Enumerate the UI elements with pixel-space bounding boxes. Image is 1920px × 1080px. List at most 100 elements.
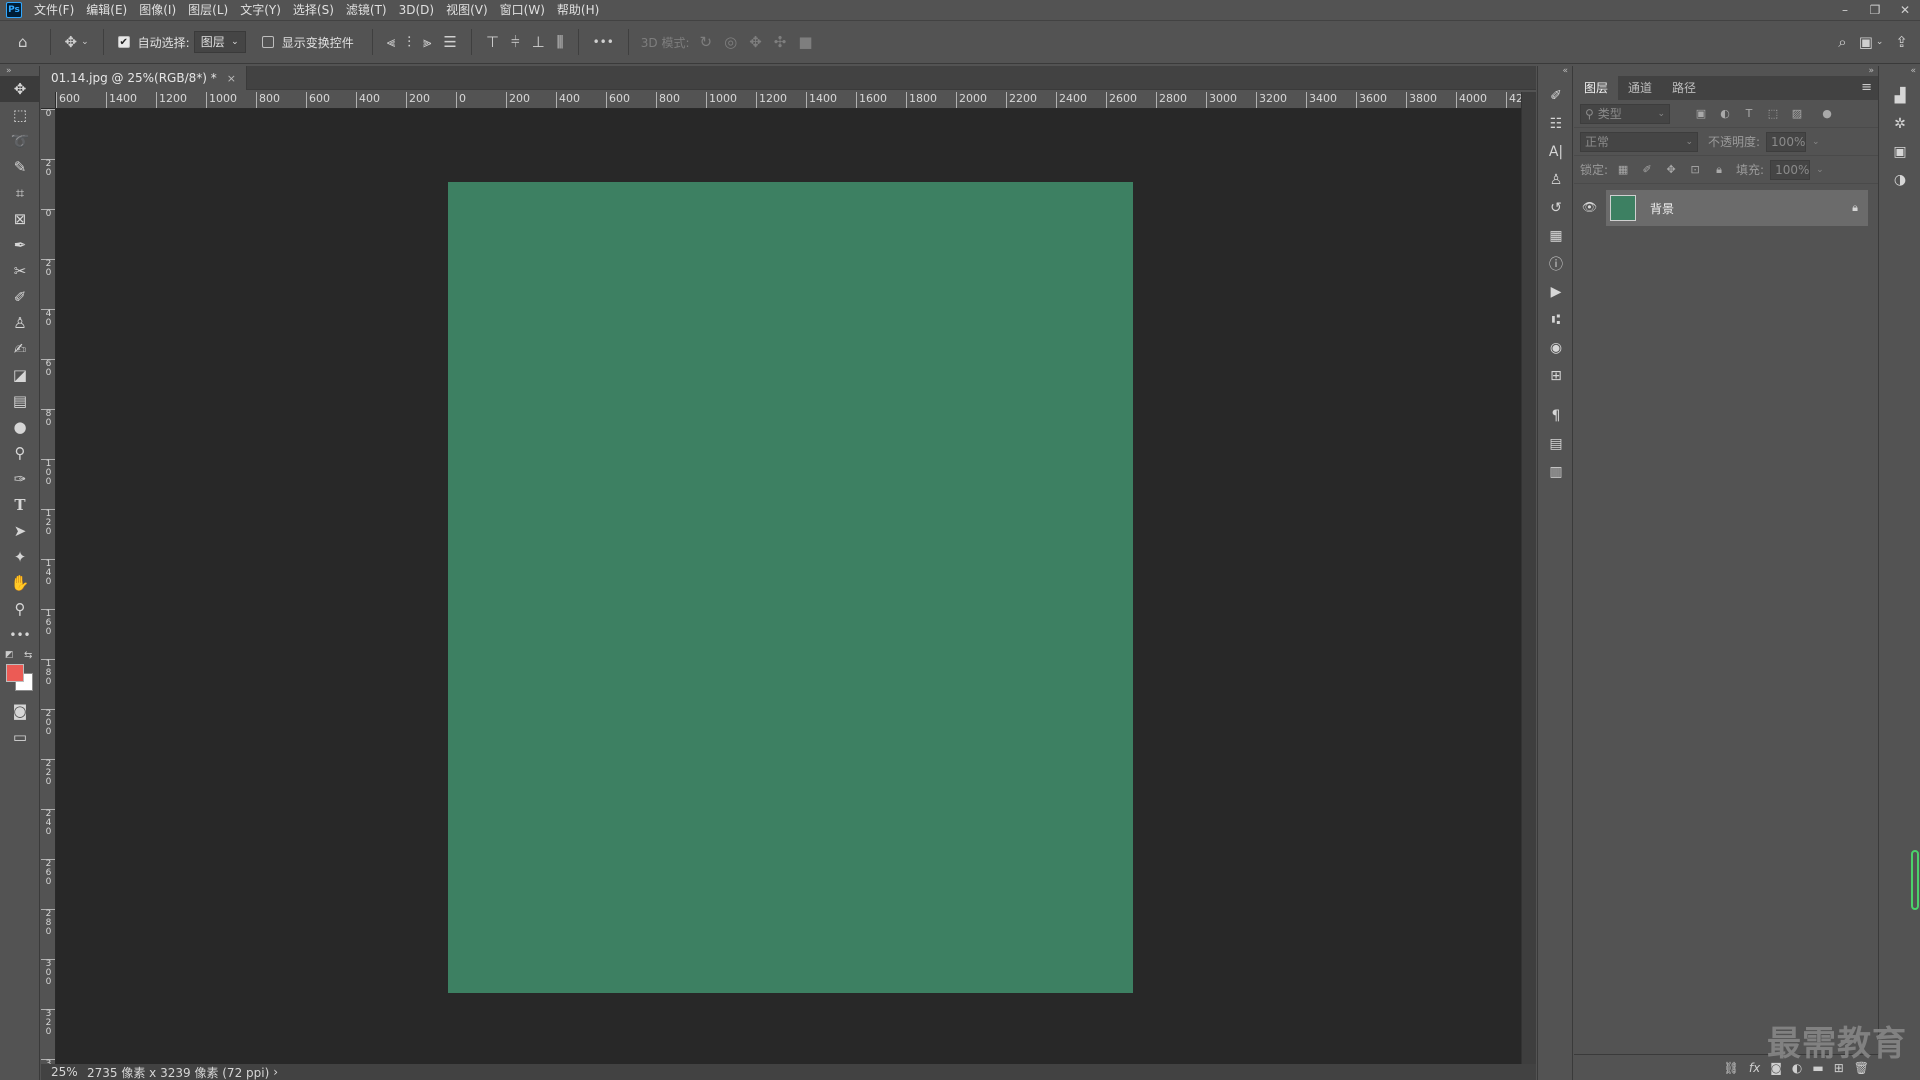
hand-tool-icon[interactable]: ✋ — [0, 570, 40, 596]
document-canvas[interactable] — [448, 182, 1133, 993]
path-selection-tool-icon[interactable]: ➤ — [0, 518, 40, 544]
lasso-tool-icon[interactable]: ➰ — [0, 128, 40, 154]
auto-select-checkbox[interactable]: ✔ — [117, 36, 130, 48]
menu-file[interactable]: 文件(F) — [28, 0, 80, 20]
libraries-icon[interactable]: ▦ — [1538, 222, 1574, 250]
zoom-tool-icon[interactable]: ⚲ — [0, 596, 40, 622]
pen-tool-icon[interactable]: ✑ — [0, 466, 40, 492]
move-tool-preset-icon[interactable]: ✥ ⌄ — [59, 33, 95, 51]
chevron-down-icon[interactable]: ⌄ — [1812, 137, 1820, 147]
eyedropper-tool-icon[interactable]: ✒ — [0, 232, 40, 258]
menu-window[interactable]: 窗口(W) — [494, 0, 551, 20]
healing-brush-tool-icon[interactable]: ✂ — [0, 258, 40, 284]
eraser-tool-icon[interactable]: ◪ — [0, 362, 40, 388]
quick-mask-icon[interactable]: ◙ — [0, 698, 40, 724]
edit-toolbar-icon[interactable]: ••• — [0, 622, 40, 648]
lock-transparent-pixels-icon[interactable]: ▦ — [1614, 163, 1632, 176]
collapse-right-dock-icon[interactable]: « — [1880, 66, 1920, 82]
distribute-horizontal-icon[interactable]: ⫼ — [551, 33, 570, 51]
properties-icon[interactable]: ▣ — [1880, 138, 1920, 166]
3d-pan-icon[interactable]: ✥ — [743, 33, 768, 51]
lock-position-icon[interactable]: ✥ — [1662, 163, 1680, 176]
layer-style-fx-icon[interactable]: fx — [1749, 1061, 1760, 1075]
brushes-icon[interactable]: ⑆ — [1538, 306, 1574, 334]
dodge-tool-icon[interactable]: ⚲ — [0, 440, 40, 466]
clone-source-icon[interactable]: ♙ — [1538, 166, 1574, 194]
marquee-tool-icon[interactable]: ⬚ — [0, 102, 40, 128]
menu-layer[interactable]: 图层(L) — [182, 0, 234, 20]
zoom-level[interactable]: 25% — [41, 1065, 79, 1079]
show-transform-checkbox[interactable] — [261, 36, 274, 48]
align-top-icon[interactable]: ⊤ — [480, 33, 505, 51]
filter-pixel-icon[interactable]: ▣ — [1692, 107, 1710, 120]
chevron-down-icon[interactable]: ⌄ — [1816, 165, 1824, 175]
filter-shape-icon[interactable]: ⬚ — [1764, 107, 1782, 120]
minimize-button[interactable]: – — [1830, 0, 1860, 20]
filter-smart-object-icon[interactable]: ▨ — [1788, 107, 1806, 120]
layer-thumbnail[interactable] — [1610, 195, 1636, 221]
quick-select-tool-icon[interactable]: ✎ — [0, 154, 40, 180]
opacity-input[interactable]: 100% — [1766, 131, 1807, 152]
layer-name[interactable]: 背景 — [1650, 200, 1674, 217]
filter-type-icon[interactable]: T — [1740, 107, 1758, 120]
3d-roll-icon[interactable]: ◎ — [718, 33, 743, 51]
filter-adjustment-icon[interactable]: ◐ — [1716, 107, 1734, 120]
lock-artboard-icon[interactable]: ⊡ — [1686, 163, 1704, 176]
share-icon[interactable]: ⇪ — [1889, 33, 1914, 51]
ruler-origin[interactable] — [41, 92, 56, 109]
default-colors-icon[interactable]: ◩ — [5, 650, 14, 660]
screen-mode-icon[interactable]: ▭ — [0, 724, 40, 750]
menu-edit[interactable]: 编辑(E) — [80, 0, 133, 20]
align-vertical-center-icon[interactable]: ⫩ — [505, 33, 526, 51]
align-left-icon[interactable]: ⫷ — [381, 33, 401, 51]
canvas-workspace[interactable] — [56, 109, 1521, 1064]
menu-select[interactable]: 选择(S) — [287, 0, 340, 20]
brush-tool-icon[interactable]: ✐ — [0, 284, 40, 310]
lock-icon[interactable]: 🔒︎ — [1852, 201, 1858, 215]
3d-icon[interactable]: ◉ — [1538, 334, 1574, 362]
panel-menu-icon[interactable]: ≡ — [1861, 80, 1872, 95]
navigator-icon[interactable]: ✲ — [1880, 110, 1920, 138]
align-bottom-icon[interactable]: ⊥ — [526, 33, 551, 51]
horizontal-ruler[interactable]: 600 1400 1200 1000 800 600 400 200 0 200 400 600 800… — [56, 92, 1521, 109]
tab-paths[interactable]: 路径 — [1662, 76, 1706, 100]
auto-select-target-dropdown[interactable]: 图层 ⌄ — [193, 31, 246, 53]
histogram-icon[interactable]: ▟ — [1880, 82, 1920, 110]
distribute-vertical-icon[interactable]: ☰ — [437, 33, 462, 51]
3d-orbit-icon[interactable]: ↻ — [694, 33, 719, 51]
menu-type[interactable]: 文字(Y) — [234, 0, 287, 20]
paragraph-icon[interactable]: ¶ — [1538, 402, 1574, 430]
character-styles-icon[interactable]: ▥ — [1538, 458, 1574, 486]
vertical-scrollbar[interactable] — [1521, 92, 1536, 1064]
color-icon[interactable]: ◑ — [1880, 166, 1920, 194]
vertical-ruler[interactable]: 0 2 0 0 2 0 4 0 6 0 8 0 1 0 0 1 2 0 1 4 0 1 6 0 1 8… — [41, 109, 56, 1064]
history-brush-tool-icon[interactable]: ✍ — [0, 336, 40, 362]
menu-image[interactable]: 图像(I) — [133, 0, 182, 20]
layer-filter-dropdown[interactable]: ⚲ 类型 ⌄ — [1580, 103, 1670, 124]
fill-input[interactable]: 100% — [1770, 159, 1811, 180]
layer-row[interactable]: 👁︎ 背景 🔒︎ — [1582, 190, 1868, 226]
filter-toggle-icon[interactable]: ● — [1818, 107, 1836, 120]
align-horizontal-center-icon[interactable]: ⫶ — [401, 33, 417, 51]
blur-tool-icon[interactable]: ● — [0, 414, 40, 440]
type-tool-icon[interactable]: T — [0, 492, 40, 518]
crop-tool-icon[interactable]: ⌗ — [0, 180, 40, 206]
home-icon[interactable]: ⌂ — [0, 33, 42, 51]
link-layers-icon[interactable]: ⛓ — [1724, 1061, 1739, 1075]
tab-layers[interactable]: 图层 — [1574, 76, 1619, 100]
collapse-panel-icon[interactable]: » — [1574, 66, 1878, 76]
blend-mode-dropdown[interactable]: 正常 ⌄ — [1580, 131, 1698, 152]
foreground-color-swatch[interactable] — [6, 664, 24, 682]
3d-slide-icon[interactable]: ✣ — [768, 33, 793, 51]
gradient-tool-icon[interactable]: ▤ — [0, 388, 40, 414]
menu-help[interactable]: 帮助(H) — [551, 0, 605, 20]
adjustments-icon[interactable]: ☷ — [1538, 110, 1574, 138]
paragraph-styles-icon[interactable]: ▤ — [1538, 430, 1574, 458]
menu-filter[interactable]: 滤镜(T) — [340, 0, 393, 20]
status-menu-arrow-icon[interactable]: › — [273, 1065, 278, 1079]
menu-3d[interactable]: 3D(D) — [393, 0, 440, 20]
lock-all-icon[interactable]: 🔒︎ — [1710, 163, 1728, 177]
menu-view[interactable]: 视图(V) — [440, 0, 494, 20]
collapse-dock-icon[interactable]: « — [1538, 66, 1572, 82]
search-icon[interactable]: ⌕ — [1832, 33, 1852, 51]
